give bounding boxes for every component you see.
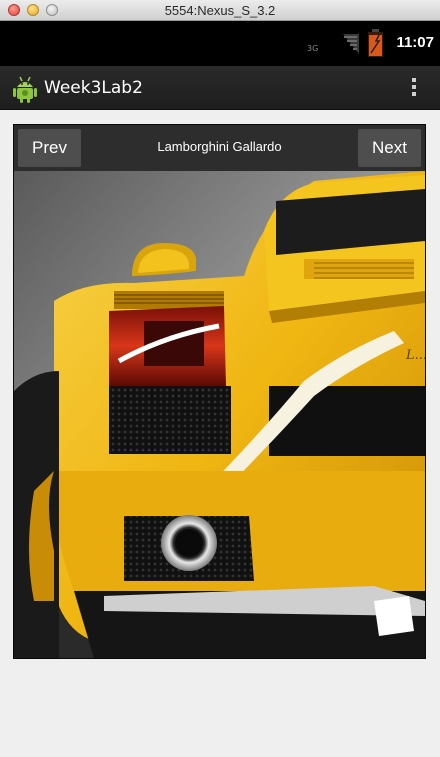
- image-caption: Lamborghini Gallardo: [157, 139, 282, 154]
- next-button[interactable]: Next: [358, 129, 421, 167]
- prev-button[interactable]: Prev: [18, 129, 81, 167]
- gallery-nav-bar: Prev Lamborghini Gallardo Next: [14, 125, 425, 171]
- signal-icon: [343, 34, 359, 54]
- window-title-bar: 5554:Nexus_S_3.2: [0, 0, 440, 21]
- network-type: 3G: [307, 44, 319, 53]
- car-photo: L...: [14, 171, 425, 658]
- overflow-menu-icon[interactable]: [409, 78, 419, 98]
- app-title: Week3Lab2: [44, 78, 143, 98]
- window-title: 5554:Nexus_S_3.2: [164, 3, 276, 18]
- status-clock: 11:07: [396, 34, 434, 51]
- gallery-panel: Prev Lamborghini Gallardo Next L...: [13, 124, 426, 659]
- status-bar: 3G 11:07: [0, 21, 440, 66]
- android-app-icon: [13, 76, 37, 103]
- action-bar: Week3Lab2: [0, 66, 440, 110]
- car-badge-text: L...: [405, 348, 425, 363]
- battery-icon: [368, 29, 383, 57]
